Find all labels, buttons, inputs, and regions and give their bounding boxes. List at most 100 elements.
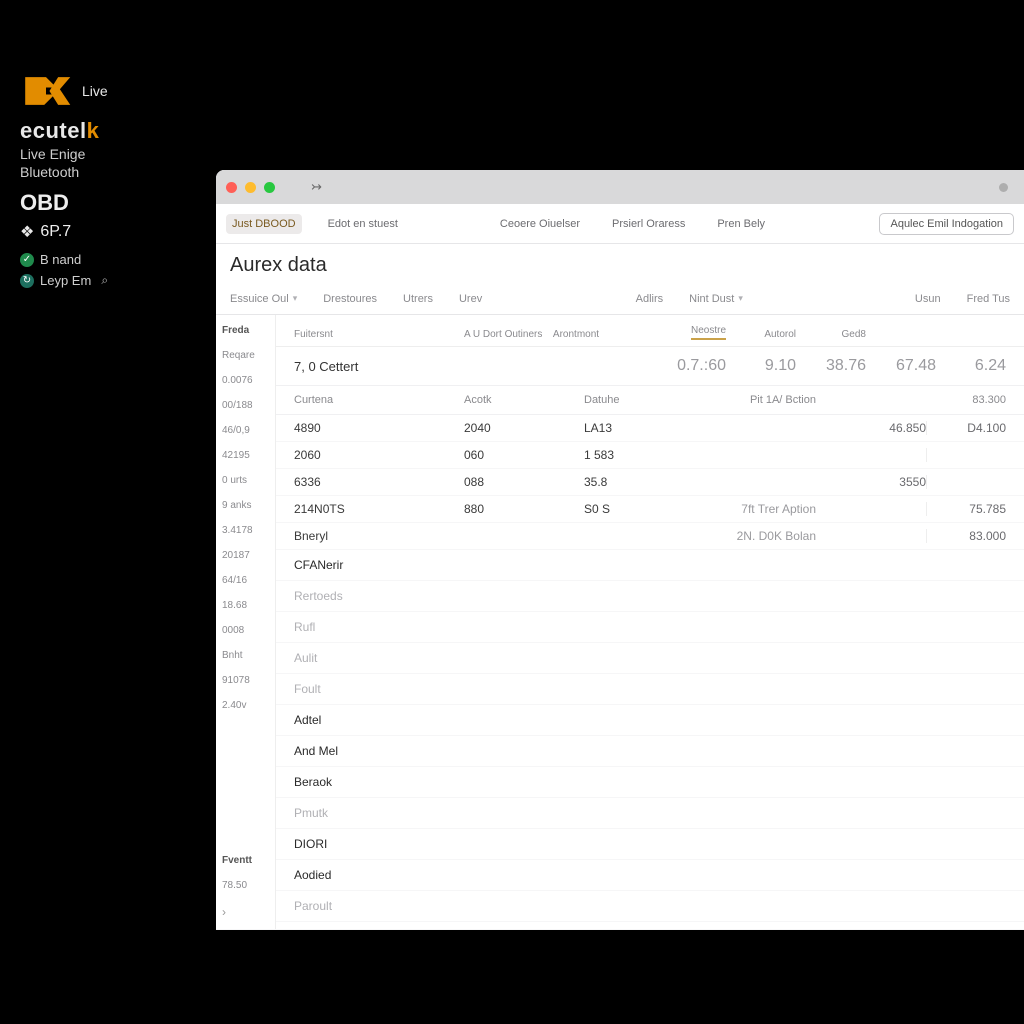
table-row[interactable]: 2060 060 1 583 [276,442,1024,469]
cell [816,502,926,516]
tab-5[interactable]: Nint Dust▾ [689,293,743,305]
summary-value: 6.24 [936,357,1006,375]
sidebar-row[interactable]: 0 urts [222,475,269,486]
sidebar-row[interactable]: 2.40v [222,700,269,711]
cell: 83.000 [926,529,1006,543]
metric-col-2[interactable]: Ged8 [796,329,866,340]
section-item[interactable]: Paroult [276,891,1024,922]
zoom-icon[interactable] [264,182,275,193]
app-window: ↣ Just DBOOD Edot en stuest Ceoere Oiuel… [216,170,1024,930]
metric-col-1[interactable]: Autorol [726,329,796,340]
cell [816,448,926,462]
tab-label: Utrers [403,293,433,305]
section-item[interactable]: Rertoeds [276,581,1024,612]
sidebar-row[interactable]: 91078 [222,675,269,686]
cell: LA13 [584,421,704,435]
col-sub: A U Dort Outiners [464,329,542,340]
sidebar-row[interactable]: 0.0076 [222,375,269,386]
sidebar-row[interactable]: 20187 [222,550,269,561]
metric-col-0[interactable]: Neostre [656,325,726,340]
cell [816,529,926,543]
page-title: Aurex data [216,244,1024,283]
device-list-item-0[interactable]: ✓ B nand [20,252,200,267]
cell: 214N0TS [294,502,464,516]
minimize-icon[interactable] [245,182,256,193]
tab-label: Fred Tus [967,293,1010,305]
chevron-right-icon[interactable]: › [222,905,269,919]
cell: Bneryl [294,529,464,543]
toolbar-action-button[interactable]: Aqulec Emil Indogation [879,213,1014,235]
section-item[interactable]: Boct [276,922,1024,929]
check-icon: ✓ [20,253,34,267]
toolbar-btn-4[interactable]: Pren Bely [711,214,771,234]
table-row[interactable]: Bneryl 2N. D0K Bolan 83.000 [276,523,1024,550]
section-item[interactable]: CFANerir [276,550,1024,581]
sidebar-footer: Fventt [222,847,269,866]
sidebar-row[interactable]: 3.4178 [222,525,269,536]
search-icon[interactable]: ⌕ [101,273,108,288]
ecutek-logo [20,70,72,112]
device-panel: Live ecutelk Live Enige Bluetooth OBD ❖ … [20,70,200,288]
col-label: A U Dort Outiners Arontmont [464,329,656,340]
sidebar-row[interactable]: 46/0,9 [222,425,269,436]
brand-prefix: ecutel [20,118,87,143]
cell: 2040 [464,421,584,435]
section-item[interactable]: Pmutk [276,798,1024,829]
section-item[interactable]: And Mel [276,736,1024,767]
flame-icon: ❖ [20,222,34,242]
stat-row: ❖ 6P.7 [20,222,200,242]
section-item[interactable]: Aulit [276,643,1024,674]
summary-value: 0.7.:60 [656,357,726,375]
main-pane: Fuitersnt A U Dort Outiners Arontmont Ne… [276,315,1024,929]
tab-1[interactable]: Drestoures [323,293,377,305]
sidebar-row[interactable]: Bnht [222,650,269,661]
device-list-item-1[interactable]: ↻ Leyp Em ⌕ [20,273,200,288]
col-label: Pit 1A/ Bction [704,394,816,406]
section-item[interactable]: Beraok [276,767,1024,798]
cell [704,475,816,489]
tab-0[interactable]: Essuice Oul▾ [230,293,297,305]
section-item[interactable]: DIORI [276,829,1024,860]
device-list-label: B nand [40,252,81,267]
cell [584,529,704,543]
tab-7[interactable]: Fred Tus [967,293,1010,305]
sidebar-row[interactable]: 64/16 [222,575,269,586]
section-item[interactable]: Rufl [276,612,1024,643]
col-label: 83.300 [926,394,1006,406]
table-row[interactable]: 214N0TS 880 S0 S 7ft Trer Aption 75.785 [276,496,1024,523]
obd-label: OBD [20,190,200,216]
toolbar-btn-0[interactable]: Just DBOOD [226,214,302,234]
tab-label: Adlirs [636,293,664,305]
tab-3[interactable]: Urev [459,293,482,305]
metrics-header: Fuitersnt A U Dort Outiners Arontmont Ne… [276,315,1024,347]
sidebar-row[interactable]: 0008 [222,625,269,636]
toolbar-btn-3[interactable]: Prsierl Oraress [606,214,691,234]
param-sidebar: Freda Reqare 0.0076 00/188 46/0,9 42195 … [216,315,276,929]
cell: 060 [464,448,584,462]
summary-value: 9.10 [726,357,796,375]
tab-2[interactable]: Utrers [403,293,433,305]
cell: 75.785 [926,502,1006,516]
tab-4[interactable]: Adlirs [636,293,664,305]
chevron-down-icon: ▾ [293,293,298,304]
sidebar-row[interactable]: 9 anks [222,500,269,511]
summary-value: 67.48 [866,357,936,375]
tab-label: Usun [915,293,941,305]
sidebar-row[interactable]: Reqare [222,350,269,361]
summary-row: 7, 0 Cettert 0.7.:60 9.10 38.76 67.48 6.… [276,347,1024,386]
section-item[interactable]: Foult [276,674,1024,705]
sidebar-row[interactable]: 42195 [222,450,269,461]
cell: 088 [464,475,584,489]
back-icon[interactable]: ↣ [311,179,322,195]
tab-6[interactable]: Usun [915,293,941,305]
section-item[interactable]: Adtel [276,705,1024,736]
table-row[interactable]: 6336 088 35.8 3550 [276,469,1024,496]
toolbar-btn-2[interactable]: Ceoere Oiuelser [494,214,586,234]
toolbar-btn-1[interactable]: Edot en stuest [322,214,404,234]
table-row[interactable]: 4890 2040 LA13 46.850 D4.100 [276,415,1024,442]
sidebar-row[interactable]: 18.68 [222,600,269,611]
titlebar: ↣ [216,170,1024,204]
close-icon[interactable] [226,182,237,193]
sidebar-row[interactable]: 00/188 [222,400,269,411]
section-item[interactable]: Aodied [276,860,1024,891]
